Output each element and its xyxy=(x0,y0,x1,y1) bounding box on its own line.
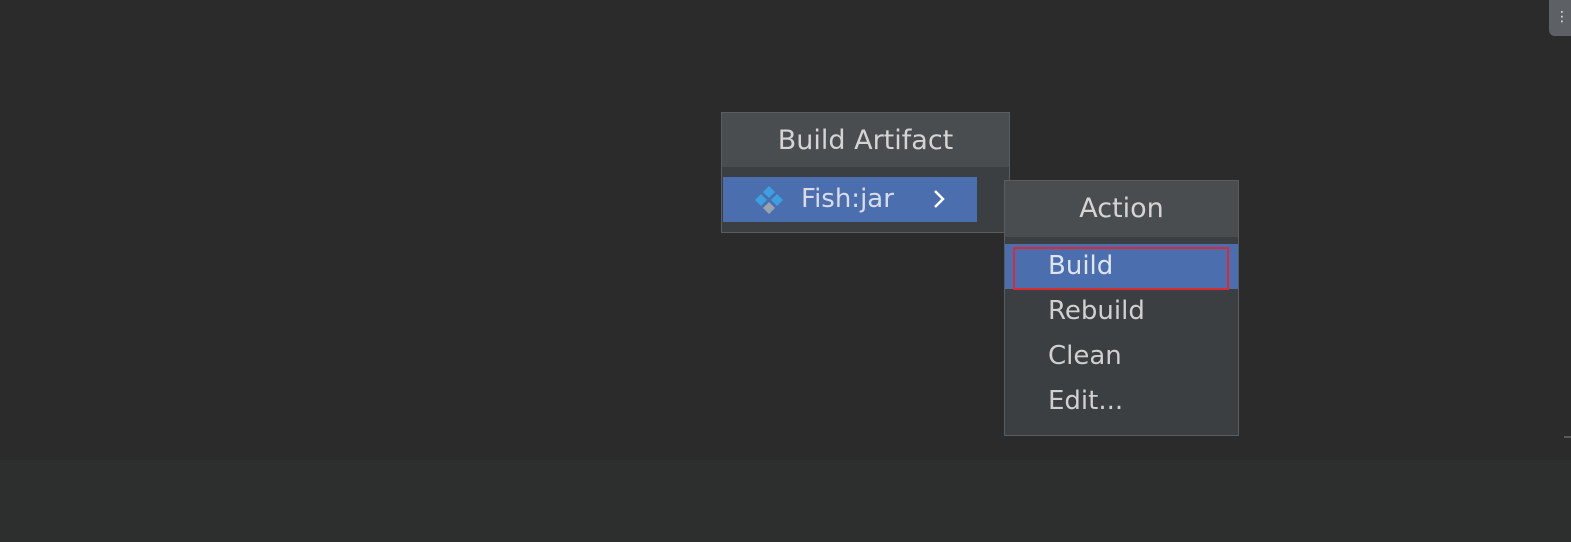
action-item-build[interactable]: Build xyxy=(1005,244,1238,290)
scrollbar-mark xyxy=(1564,436,1571,438)
more-options-button[interactable]: ⋮ xyxy=(1549,0,1571,36)
action-item-label: Rebuild xyxy=(1048,296,1145,326)
more-dots-icon: ⋮ xyxy=(1555,9,1569,25)
action-item-edit[interactable]: Edit... xyxy=(1005,379,1238,424)
build-artifact-popup: Build Artifact Fish:jar xyxy=(721,112,1010,233)
bottom-panel-area xyxy=(0,460,1571,542)
artifact-diamond-icon xyxy=(755,186,783,214)
action-item-rebuild[interactable]: Rebuild xyxy=(1005,289,1238,334)
action-popup: Action Build Rebuild Clean Edit... xyxy=(1004,180,1239,436)
action-item-label: Clean xyxy=(1048,341,1122,371)
build-artifact-title: Build Artifact xyxy=(722,113,1009,167)
highlight-outline xyxy=(1013,247,1229,290)
action-item-label: Edit... xyxy=(1048,386,1124,416)
action-item-label: Build xyxy=(1048,251,1114,281)
chevron-right-icon xyxy=(934,190,945,208)
action-title: Action xyxy=(1005,181,1238,237)
artifact-item-label: Fish:jar xyxy=(801,184,894,214)
action-item-clean[interactable]: Clean xyxy=(1005,334,1238,379)
editor-background: ⋮ Build Artifact Fish:jar Action Build R… xyxy=(0,0,1571,542)
artifact-item-fish-jar[interactable]: Fish:jar xyxy=(723,177,977,222)
action-list: Build Rebuild Clean Edit... xyxy=(1005,244,1238,424)
